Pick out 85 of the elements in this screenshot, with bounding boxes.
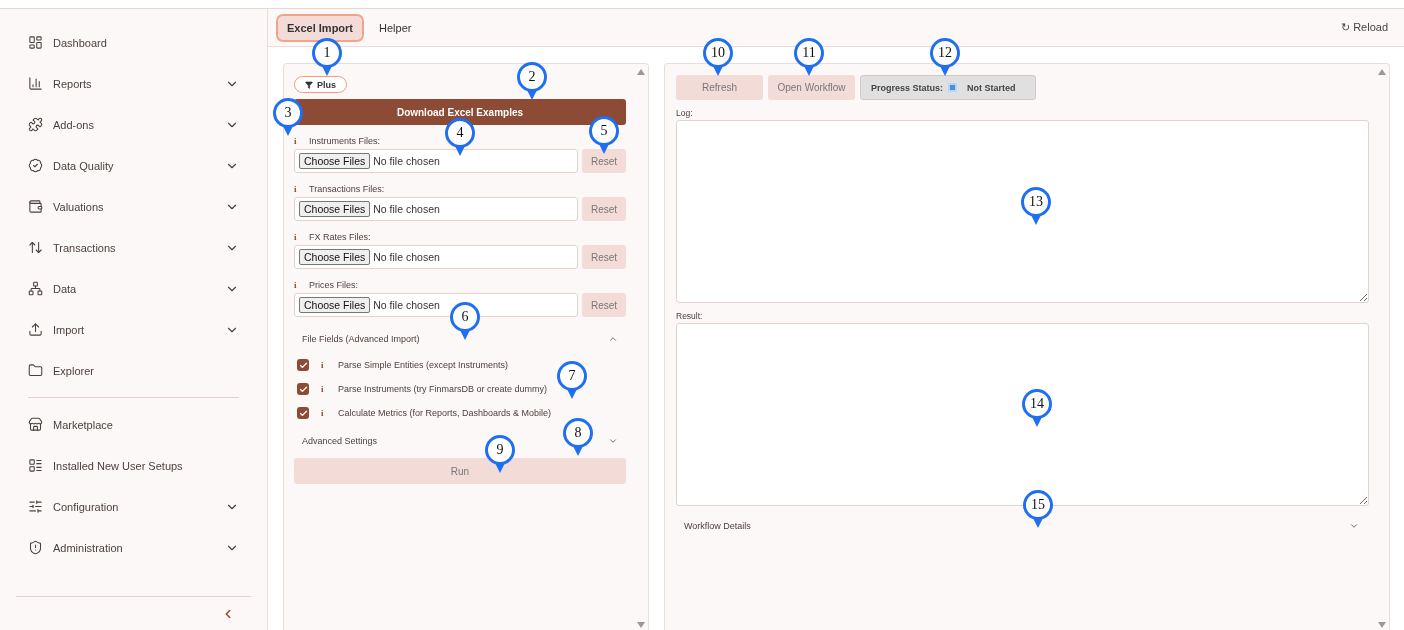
section-title[interactable]: File Fields (Advanced Import) xyxy=(302,334,420,344)
sidebar-item-icon xyxy=(28,499,43,514)
checkbox[interactable] xyxy=(297,407,309,419)
sidebar-item-icon xyxy=(28,363,43,378)
choose-files-button[interactable]: Choose Files xyxy=(299,201,371,217)
result-label: Result: xyxy=(676,311,704,321)
run-button[interactable]: Run xyxy=(294,458,626,484)
sidebar-item[interactable]: Installed New User Setups xyxy=(16,445,251,486)
check-icon xyxy=(298,384,308,394)
info-icon[interactable]: i xyxy=(321,360,326,370)
info-icon[interactable]: i xyxy=(294,280,299,290)
caret-icon xyxy=(608,334,618,344)
choose-files-button[interactable]: Choose Files xyxy=(299,249,371,265)
caret-icon xyxy=(1349,521,1359,531)
sidebar-item[interactable]: Import xyxy=(16,309,251,350)
scroll-up-icon[interactable] xyxy=(1378,69,1386,75)
reload-button[interactable]: ↻ Reload xyxy=(1341,21,1388,34)
choose-files-button[interactable]: Choose Files xyxy=(299,153,371,169)
checkbox[interactable] xyxy=(297,383,309,395)
sidebar-item-icon xyxy=(28,240,43,255)
section-title[interactable]: Advanced Settings xyxy=(302,436,378,446)
filter-icon xyxy=(305,80,313,89)
plus-button[interactable]: Plus xyxy=(294,76,347,93)
sidebar-item[interactable]: Valuations xyxy=(16,186,251,227)
sidebar-item-icon xyxy=(28,158,43,173)
sidebar-item[interactable]: Dashboard xyxy=(16,22,251,63)
scroll-down-icon[interactable] xyxy=(1378,622,1386,628)
scroll-down-icon[interactable] xyxy=(637,622,645,628)
file-input[interactable]: Choose Files No file chosen xyxy=(294,197,578,221)
caret-icon xyxy=(608,436,618,446)
status-icon xyxy=(948,83,958,92)
tab[interactable]: Helper xyxy=(368,13,423,42)
file-status: No file chosen xyxy=(373,251,440,263)
sidebar-item-icon xyxy=(28,322,43,337)
reset-button[interactable]: Reset xyxy=(582,149,626,173)
sidebar-item-icon xyxy=(28,199,43,214)
scroll-up-icon[interactable] xyxy=(637,69,645,75)
file-input[interactable]: Choose Files No file chosen xyxy=(294,245,578,269)
sidebar-item-icon xyxy=(28,458,43,473)
info-icon[interactable]: i xyxy=(321,408,326,418)
option-label: Calculate Metrics (for Reports, Dashboards & Mobile) xyxy=(338,408,552,418)
field-label: Transactions Files: xyxy=(309,184,385,194)
field-label: Instruments Files: xyxy=(309,136,381,146)
reset-button[interactable]: Reset xyxy=(582,293,626,317)
sidebar-item-icon xyxy=(28,417,43,432)
sidebar-item[interactable]: Add-ons xyxy=(16,104,251,145)
download-button[interactable]: Download Excel Examples xyxy=(294,99,626,125)
option-label: Parse Simple Entities (except Instruments) xyxy=(338,360,509,370)
sidebar-item[interactable]: Marketplace xyxy=(16,404,251,445)
info-icon[interactable]: i xyxy=(294,232,299,242)
info-icon[interactable]: i xyxy=(321,384,326,394)
sidebar-item[interactable]: Data xyxy=(16,268,251,309)
file-status: No file chosen xyxy=(373,203,440,215)
field-label: Prices Files: xyxy=(309,280,358,290)
sidebar-item[interactable]: Explorer xyxy=(16,350,251,391)
sidebar-item-icon xyxy=(28,117,43,132)
file-status: No file chosen xyxy=(373,299,440,311)
check-icon xyxy=(298,360,308,370)
info-icon[interactable]: i xyxy=(294,184,299,194)
workflow-button[interactable]: Open Workflow xyxy=(768,75,855,100)
info-icon[interactable]: i xyxy=(294,136,299,146)
status-value: Not Started xyxy=(967,82,1016,93)
option-label: Parse Instruments (try FinmarsDB or create dummy) xyxy=(338,384,548,394)
sidebar-item-icon xyxy=(28,76,43,91)
sidebar-item[interactable]: Data Quality xyxy=(16,145,251,186)
workflow-button[interactable]: Refresh xyxy=(676,75,763,100)
field-label: FX Rates Files: xyxy=(309,232,371,242)
sidebar-item-icon xyxy=(28,35,43,50)
status-label: Progress Status: xyxy=(871,82,944,93)
sidebar-item[interactable]: Transactions xyxy=(16,227,251,268)
file-status: No file chosen xyxy=(373,155,440,167)
sidebar-item-icon xyxy=(28,281,43,296)
choose-files-button[interactable]: Choose Files xyxy=(299,297,371,313)
check-icon xyxy=(298,408,308,418)
sidebar-item[interactable]: Configuration xyxy=(16,486,251,527)
sidebar-item-icon xyxy=(28,540,43,555)
file-input[interactable]: Choose Files No file chosen xyxy=(294,149,578,173)
tab[interactable]: Excel Import xyxy=(276,13,365,42)
section-title[interactable]: Workflow Details xyxy=(684,521,751,531)
sidebar-item[interactable]: Administration xyxy=(16,527,251,568)
reset-button[interactable]: Reset xyxy=(582,197,626,221)
reset-button[interactable]: Reset xyxy=(582,245,626,269)
checkbox[interactable] xyxy=(297,359,309,371)
log-label: Log: xyxy=(676,108,694,118)
sidebar-item[interactable]: Reports xyxy=(16,63,251,104)
